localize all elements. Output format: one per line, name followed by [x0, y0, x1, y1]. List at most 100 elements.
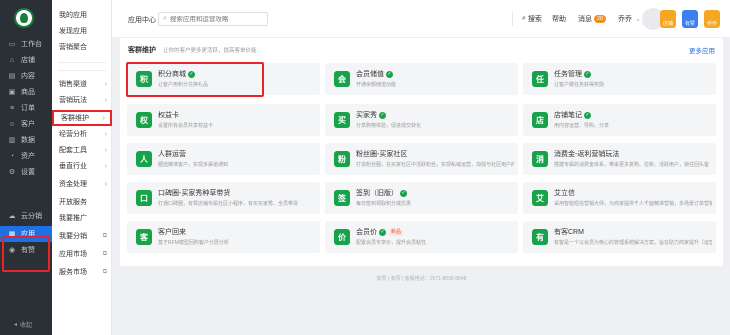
subnav-item[interactable]: 资金处理 ›: [52, 176, 112, 192]
app-title: 会员价: [356, 229, 377, 236]
search-icon: ⌕: [163, 15, 167, 22]
shop-logo[interactable]: [14, 8, 34, 28]
app-icon: 艾: [532, 190, 548, 206]
chevron-right-icon: ›: [104, 180, 107, 188]
sidebar-item-goods[interactable]: ▣ 商品: [0, 84, 52, 100]
app-description: 打通口碑圈，有赞店铺专属社区小程序，有买买家秀、全员带货: [158, 201, 299, 207]
help-link[interactable]: 帮助: [552, 14, 566, 24]
app-card[interactable]: 人人群运营 圈选精准客户，实现多渠道通知: [127, 143, 320, 175]
app-title: 人群运营: [158, 151, 186, 158]
subnav-item-label: 营销聚合: [59, 44, 87, 51]
search-button[interactable]: ⌕ 搜索: [522, 14, 542, 24]
subnav-item[interactable]: 配套工具 ›: [52, 142, 112, 158]
app-title: 任务管理: [554, 71, 582, 78]
store-app-icon[interactable]: 店铺: [660, 10, 676, 28]
app-icon: 有: [532, 229, 548, 245]
app-search-input[interactable]: [169, 15, 260, 23]
subnav-item[interactable]: 营销玩法 ›: [52, 92, 112, 108]
subnav-item[interactable]: 发现应用: [52, 23, 112, 39]
subnav-item[interactable]: 经营分析 ›: [52, 126, 112, 142]
page-title: 应用中心: [128, 17, 156, 24]
app-card[interactable]: 签签到（旧版） ✓ 每日签到领取积分或优惠: [325, 182, 518, 214]
app-title-row: 艾立信: [554, 188, 575, 198]
app-icon: 买: [334, 112, 350, 128]
subnav-item[interactable]: 我的应用: [52, 7, 112, 23]
sidebar-item-label: 设置: [21, 169, 35, 176]
app-title-row: 有客CRM: [554, 227, 584, 237]
subnav-item[interactable]: 开放服务: [52, 194, 112, 210]
main-sidebar: ▭ 工作台 ⌂ 店铺 ▤ 内容 ▣ 商品 ≡ 订单 ☺ 客户 ▥ 数据 ◔ 资产 ⚙ 设置 ☁ 云分销 ▦ 应用 ◉ 有赞 ◂…: [0, 0, 52, 335]
apps-highlight-box: [2, 236, 50, 272]
user-menu[interactable]: 乔乔 ⌄: [618, 14, 641, 24]
chevron-right-icon: ›: [104, 96, 107, 104]
sidebar-item-order[interactable]: ≡ 订单: [0, 100, 52, 116]
store-app-label: 店铺: [662, 21, 673, 27]
app-description: 打造粉丝圈，在买家社区中活跃粉丝，实现私域运营，加强与社区用户的互动: [356, 162, 514, 168]
page-footer: 有赞 | 有赞 | 客服电话：0571-8898-8848: [376, 276, 467, 282]
subnav-item-label: 经营分析: [59, 131, 87, 138]
app-card[interactable]: 粉粉丝圈-买家社区 打造粉丝圈，在买家社区中活跃粉丝，实现私域运营，加强与社区用户…: [325, 143, 518, 175]
subnav-item[interactable]: 垂直行业 ›: [52, 158, 112, 174]
header-divider: [512, 12, 513, 26]
qiaoqiao-app-icon[interactable]: 乔乔: [704, 10, 720, 28]
app-card[interactable]: 价会员价 ✓ 新品 配置会员专享价，提升会员粘性: [325, 221, 518, 253]
app-card[interactable]: 有有客CRM 有客是一个以会员为核心的管理系统解决方案，旨在助力商家提升（运营）的…: [523, 221, 716, 253]
more-apps-link[interactable]: 更多应用: [689, 45, 715, 55]
youzan-app-label: 有赞: [684, 21, 695, 27]
subnav-item-label: 我要分销: [59, 233, 87, 240]
app-description: 每日签到领取积分或优惠: [356, 201, 412, 207]
app-card[interactable]: 权权益卡 设置所有会员共享权益卡: [127, 104, 320, 136]
section-heading: 客群维护: [128, 47, 156, 54]
sidebar-item-store[interactable]: ⌂ 店铺: [0, 52, 52, 68]
subnav-item[interactable]: 客群维护 ›: [52, 110, 112, 126]
subnav-item[interactable]: 销售渠道 ›: [52, 76, 112, 92]
app-description: 搭建专属的消费金体系，带来更多复购、拉新、活跃用户，锁住回头客: [554, 162, 710, 168]
user-name: 乔乔: [618, 16, 632, 23]
verified-check-icon: ✓: [379, 228, 386, 236]
app-title: 店铺笔记: [554, 112, 582, 119]
app-card[interactable]: 任任务管理 ✓ 让客户做任务获得奖励: [523, 63, 716, 95]
app-card[interactable]: 买买家秀 ✓ 分享购物体验，促进成交转化: [325, 104, 518, 136]
subnav-item[interactable]: 营销聚合: [52, 39, 112, 55]
subnav-item-label: 配套工具: [59, 147, 87, 154]
subnav-divider: [58, 70, 106, 71]
app-card[interactable]: 艾艾立信 采用智能短信营销大师，为商家提供千人千面精准营销，多场景订单营销: [523, 182, 716, 214]
app-description: 用内容运营、导购、分享: [554, 123, 610, 129]
subnav-item[interactable]: 我要推广: [52, 210, 112, 226]
subnav-item[interactable]: 应用市场 ⧉: [52, 246, 112, 262]
sidebar-item-settings[interactable]: ⚙ 设置: [0, 164, 52, 180]
app-title-row: 消费金-返利营销玩法: [554, 149, 619, 159]
app-card[interactable]: 会会员储值 ✓ 开通余额储值功能: [325, 63, 518, 95]
sidebar-item-label: 工作台: [21, 41, 42, 48]
app-search-box[interactable]: ⌕: [158, 12, 268, 26]
chevron-right-icon: ›: [104, 146, 107, 154]
sidebar-item-content[interactable]: ▤ 内容: [0, 68, 52, 84]
messages-link[interactable]: 消息 20: [578, 14, 607, 24]
app-icon: 消: [532, 151, 548, 167]
app-title: 签到（旧版）: [356, 190, 398, 197]
app-title-row: 权益卡: [158, 110, 179, 120]
collapse-sidebar-button[interactable]: ◂ 收起: [0, 318, 52, 330]
app-card[interactable]: 消消费金-返利营销玩法搭建专属的消费金体系，带来更多复购、拉新、活跃用户，锁住回…: [523, 143, 716, 175]
search-label: 搜索: [527, 16, 542, 23]
subnav-item[interactable]: 我要分销 ⧉: [52, 228, 112, 244]
app-card[interactable]: 店店铺笔记 ✓ 用内容运营、导购、分享: [523, 104, 716, 136]
sidebar-item-assets[interactable]: ◔ 资产: [0, 148, 52, 164]
sidebar-item-workbench[interactable]: ▭ 工作台: [0, 36, 52, 52]
app-title: 有客CRM: [554, 229, 584, 236]
app-description: 分享购物体验，促进成交转化: [356, 123, 422, 129]
app-title: 客户回来: [158, 229, 186, 236]
sidebar-item-customer[interactable]: ☺ 客户: [0, 116, 52, 132]
youzan-app-icon[interactable]: 有赞: [682, 10, 698, 28]
sidebar-item-data[interactable]: ▥ 数据: [0, 132, 52, 148]
subnav-item[interactable]: 服务市场 ⧉: [52, 264, 112, 280]
sidebar-item-cloud-distribution[interactable]: ☁ 云分销: [0, 208, 52, 224]
chevron-right-icon: ›: [102, 114, 105, 122]
app-card[interactable]: 客客户回来 基于RFM模型回购客户分层分析: [127, 221, 320, 253]
app-description: 配置会员专享价，提升会员粘性: [356, 240, 427, 246]
app-card[interactable]: 口口碑圈-买家秀种草带货 打通口碑圈，有赞店铺专属社区小程序，有买买家秀、全员带货: [127, 182, 320, 214]
subnav-item-label: 客群维护: [61, 115, 89, 122]
section-subheading: 让你的客户更多更活跃，提高客单价能: [163, 48, 257, 54]
app-title-row: 会员价 ✓ 新品: [356, 227, 404, 237]
app-description: 有客是一个以会员为核心的管理系统解决方案，旨在助力商家提升（运营）的效果: [554, 240, 712, 246]
